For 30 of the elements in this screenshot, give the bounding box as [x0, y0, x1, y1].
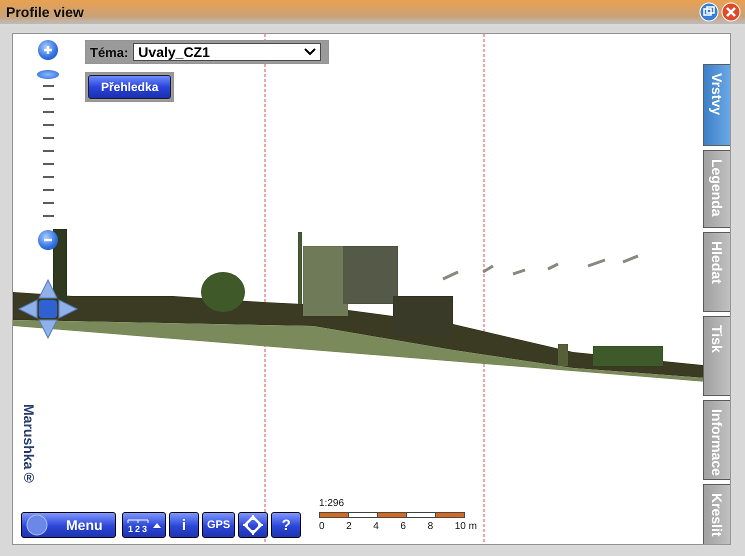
caret-up-icon [153, 522, 161, 528]
pan-control-icon[interactable] [17, 278, 79, 340]
scale-label: 6 [400, 521, 406, 532]
theme-label: Téma: [90, 44, 128, 60]
side-tab[interactable]: Vrstvy [703, 64, 730, 146]
window-title: Profile view [6, 4, 84, 20]
scale-label: 4 [373, 521, 379, 532]
chevron-down-icon [304, 48, 316, 56]
scale-label: 2 [346, 521, 352, 532]
scale-label: 10 m [454, 521, 477, 532]
disc-icon [26, 514, 48, 536]
gps-button[interactable]: GPS [202, 512, 236, 538]
numbered-list-button[interactable]: 1 2 3 [122, 512, 166, 538]
overview-button[interactable]: Přehledka [88, 75, 172, 99]
menu-button[interactable]: Menu [21, 512, 116, 538]
toolbar-button[interactable]: ? [271, 512, 302, 538]
zoom-out-icon[interactable] [38, 230, 58, 250]
locate-button[interactable] [238, 512, 268, 538]
scale-ratio: 1:296 [319, 498, 346, 509]
slider-thumb[interactable] [37, 70, 59, 79]
theme-dropdown[interactable]: Uvaly_CZ1 [133, 43, 322, 61]
close-icon[interactable] [721, 2, 741, 22]
scale-label: 0 [319, 521, 325, 532]
restore-icon[interactable] [699, 2, 719, 22]
zoom-in-icon[interactable] [38, 40, 58, 60]
toolbar-button[interactable]: i [169, 512, 199, 538]
scale-bar-icon [319, 512, 465, 518]
logo: Marushka® [21, 404, 37, 486]
crosshair-icon [243, 515, 264, 535]
scale-label: 8 [428, 521, 434, 532]
